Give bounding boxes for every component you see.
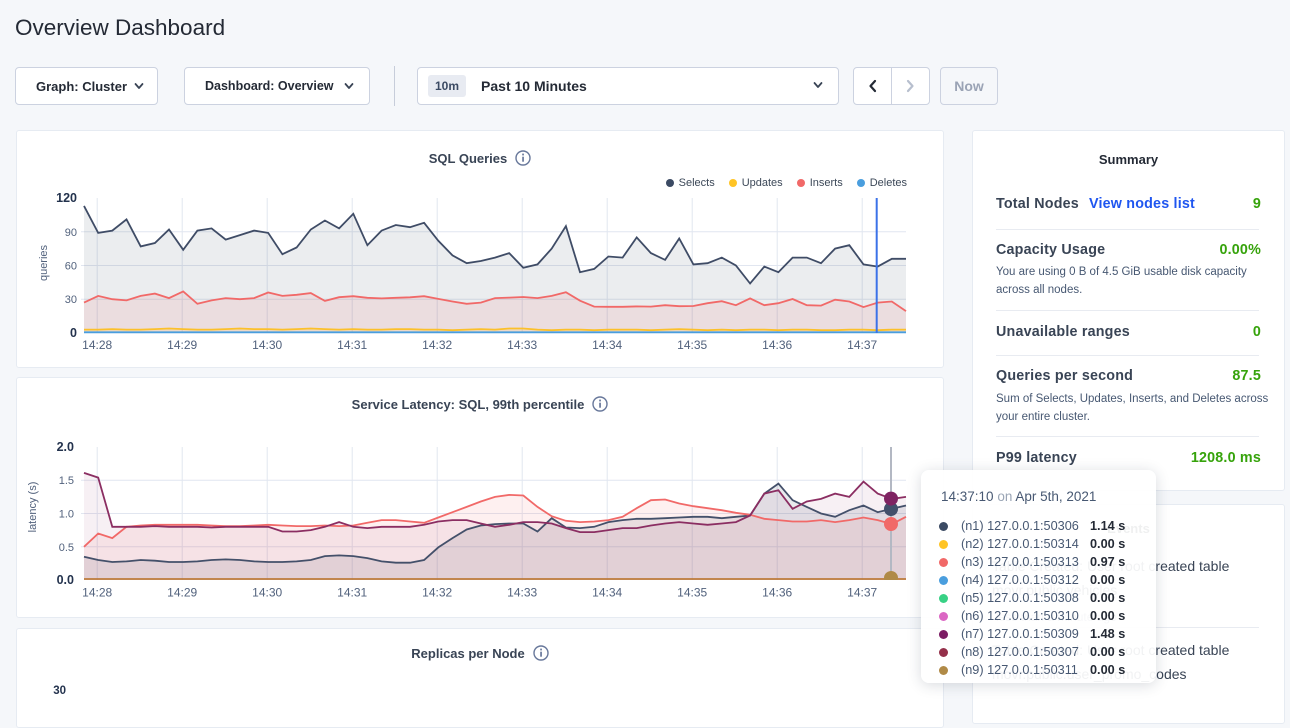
svg-text:14:36: 14:36: [762, 586, 792, 600]
svg-text:14:31: 14:31: [337, 586, 367, 600]
svg-text:14:34: 14:34: [592, 338, 622, 352]
svg-text:120: 120: [56, 191, 77, 205]
svg-text:14:33: 14:33: [507, 338, 537, 352]
svg-text:14:30: 14:30: [252, 338, 282, 352]
svg-text:90: 90: [65, 227, 77, 239]
svg-text:14:29: 14:29: [167, 586, 197, 600]
svg-text:14:28: 14:28: [82, 338, 112, 352]
svg-text:1.0: 1.0: [59, 509, 74, 521]
svg-text:14:30: 14:30: [252, 586, 282, 600]
svg-text:14:36: 14:36: [762, 338, 792, 352]
svg-text:14:35: 14:35: [677, 586, 707, 600]
svg-text:2.0: 2.0: [57, 440, 74, 454]
svg-text:14:31: 14:31: [337, 338, 367, 352]
svg-text:1.5: 1.5: [59, 475, 74, 487]
svg-text:14:35: 14:35: [677, 338, 707, 352]
svg-text:0: 0: [70, 326, 77, 340]
svg-text:latency (s): latency (s): [27, 482, 39, 533]
svg-text:60: 60: [65, 261, 77, 273]
svg-text:14:29: 14:29: [167, 338, 197, 352]
svg-text:queries: queries: [38, 244, 50, 281]
svg-text:14:37: 14:37: [847, 586, 877, 600]
svg-text:14:32: 14:32: [422, 586, 452, 600]
svg-text:14:34: 14:34: [592, 586, 622, 600]
svg-text:0.0: 0.0: [57, 573, 74, 587]
svg-text:0.5: 0.5: [59, 542, 74, 554]
svg-text:30: 30: [65, 294, 77, 306]
svg-text:14:32: 14:32: [422, 338, 452, 352]
svg-text:14:33: 14:33: [507, 586, 537, 600]
svg-text:14:28: 14:28: [82, 586, 112, 600]
svg-text:14:37: 14:37: [847, 338, 877, 352]
